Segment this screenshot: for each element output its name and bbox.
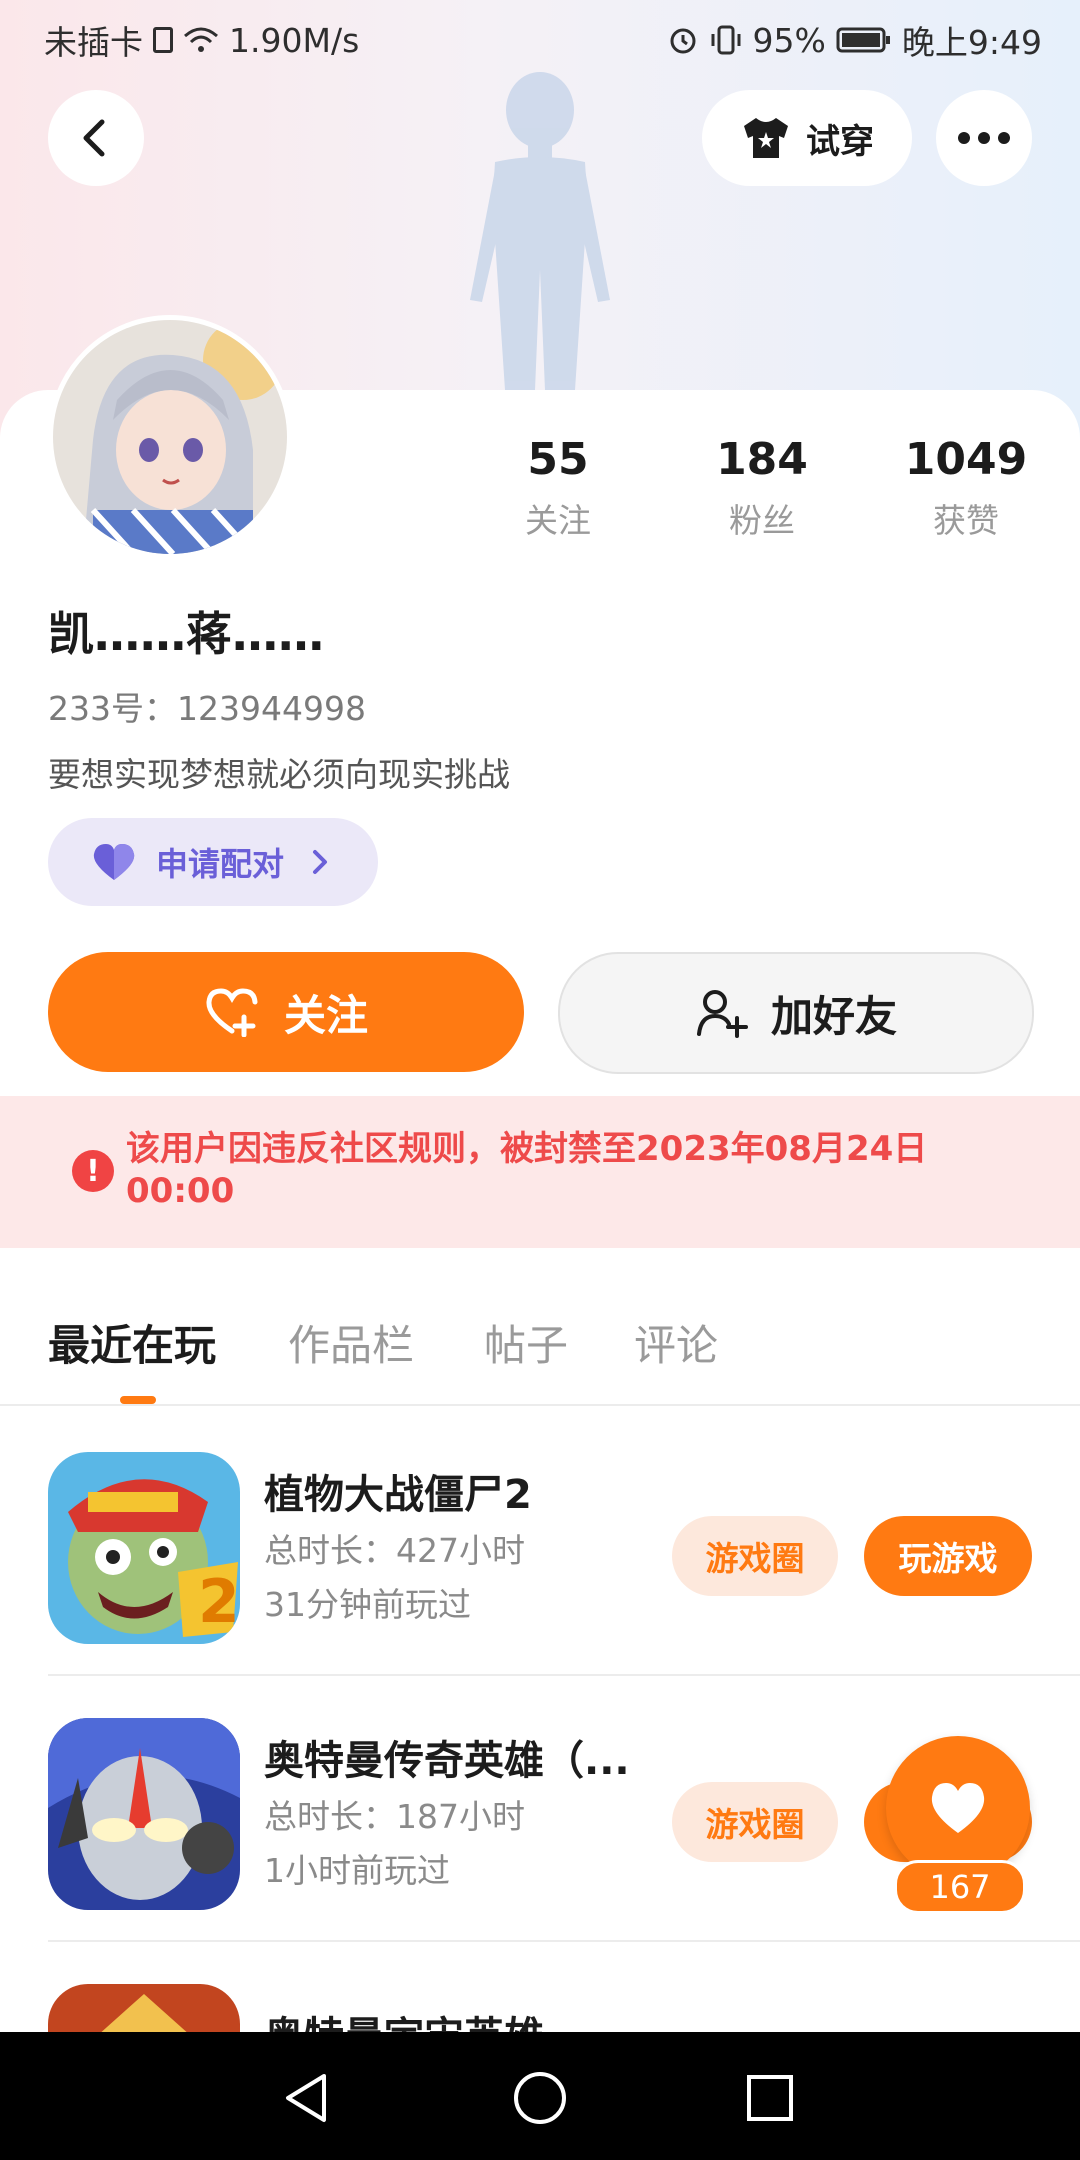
game-title: 奥特曼宇宙英雄 (264, 2004, 644, 2032)
game-icon-ultraman (48, 1718, 240, 1910)
more-options-button[interactable] (936, 90, 1032, 186)
list-item[interactable]: 2 植物大战僵尸2 总时长：427小时 31分钟前玩过 游戏圈 玩游戏 (0, 1410, 1080, 1676)
nav-recents-icon[interactable] (746, 2074, 794, 2122)
status-bar: 未插卡 1.90M/s 95% 晚上9:49 (0, 0, 1080, 72)
profile-name: 凯……蒋…… (48, 607, 324, 661)
like-count: 167 (894, 1860, 1026, 1914)
game-title: 奥特曼传奇英雄（... (264, 1738, 630, 1784)
nav-back-icon[interactable] (282, 2072, 330, 2124)
stat-likes-value: 1049 (904, 434, 1028, 485)
network-speed: 1.90M/s (229, 20, 360, 60)
heart-icon (93, 844, 135, 880)
stat-likes-label: 获赞 (933, 501, 999, 540)
wifi-icon (184, 27, 218, 52)
avatar[interactable] (48, 315, 292, 559)
heart-plus-icon (206, 988, 258, 1037)
try-on-label: 试穿 (806, 121, 874, 162)
battery-icon (836, 27, 890, 53)
chevron-left-icon (83, 119, 105, 157)
more-dots-icon (958, 132, 1010, 144)
active-tab-indicator (120, 1396, 156, 1404)
stat-following[interactable]: 55 关注 (468, 432, 648, 542)
profile-tabs: 最近在玩 作品栏 帖子 评论 (0, 1300, 1080, 1406)
game-circle-button[interactable]: 游戏圈 (672, 1782, 838, 1862)
profile-bio: 要想实现梦想就必须向现实挑战 (48, 755, 510, 794)
request-pair-label: 申请配对 (156, 845, 285, 883)
svg-text:2: 2 (198, 1567, 240, 1637)
stat-followers[interactable]: 184 粉丝 (672, 432, 852, 542)
tab-posts[interactable]: 帖子 (484, 1312, 568, 1373)
alarm-icon (670, 28, 696, 54)
stat-following-label: 关注 (525, 501, 591, 540)
game-duration: 总时长：187小时 (264, 1797, 525, 1836)
ban-notice-text: 该用户因违反社区规则，被封禁至2023年08月24日00:00 (126, 1129, 928, 1211)
add-user-icon (696, 990, 748, 1038)
play-game-button[interactable]: 玩游戏 (864, 1516, 1032, 1596)
game-duration: 总时长：427小时 (264, 1531, 525, 1570)
tab-comments[interactable]: 评论 (634, 1312, 718, 1373)
system-nav-bar (0, 2032, 1080, 2160)
request-pair-button[interactable]: 申请配对 (48, 818, 378, 906)
tab-recently-played[interactable]: 最近在玩 (48, 1312, 216, 1373)
stat-following-value: 55 (527, 434, 589, 485)
clock-time: 晚上9:49 (901, 23, 1042, 62)
stat-likes[interactable]: 1049 获赞 (876, 432, 1056, 542)
warning-icon: ! (72, 1150, 114, 1192)
heart-icon (931, 1783, 985, 1833)
list-item[interactable]: 奥特曼宇宙英雄 (0, 1942, 1080, 2032)
stat-followers-value: 184 (716, 434, 808, 485)
game-last-played: 1小时前玩过 (264, 1851, 450, 1890)
game-title: 植物大战僵尸2 (264, 1472, 532, 1518)
like-float-button[interactable] (886, 1736, 1030, 1880)
game-last-played: 31分钟前玩过 (264, 1585, 471, 1624)
battery-percent: 95% (752, 20, 826, 60)
avatar-image (53, 320, 287, 554)
follow-label: 关注 (283, 990, 368, 1040)
game-icon-ultraman-universe (48, 1984, 240, 2032)
sim-icon (153, 27, 173, 53)
carrier-text: 未插卡 (44, 23, 143, 62)
tab-works[interactable]: 作品栏 (288, 1312, 414, 1373)
profile-id: 233号：123944998 (48, 689, 366, 728)
game-icon-pvz2: 2 (48, 1452, 240, 1644)
chevron-right-icon (313, 850, 328, 874)
follow-button[interactable]: 关注 (48, 952, 524, 1072)
tshirt-icon (744, 118, 788, 158)
stat-followers-label: 粉丝 (729, 501, 795, 540)
try-on-button[interactable]: 试穿 (702, 90, 912, 186)
back-button[interactable] (48, 90, 144, 186)
character-model-figure (470, 72, 610, 390)
add-friend-label: 加好友 (770, 991, 897, 1041)
vibrate-icon (711, 25, 741, 55)
add-friend-button[interactable]: 加好友 (558, 952, 1034, 1074)
game-circle-button[interactable]: 游戏圈 (672, 1516, 838, 1596)
nav-home-icon[interactable] (512, 2070, 568, 2126)
